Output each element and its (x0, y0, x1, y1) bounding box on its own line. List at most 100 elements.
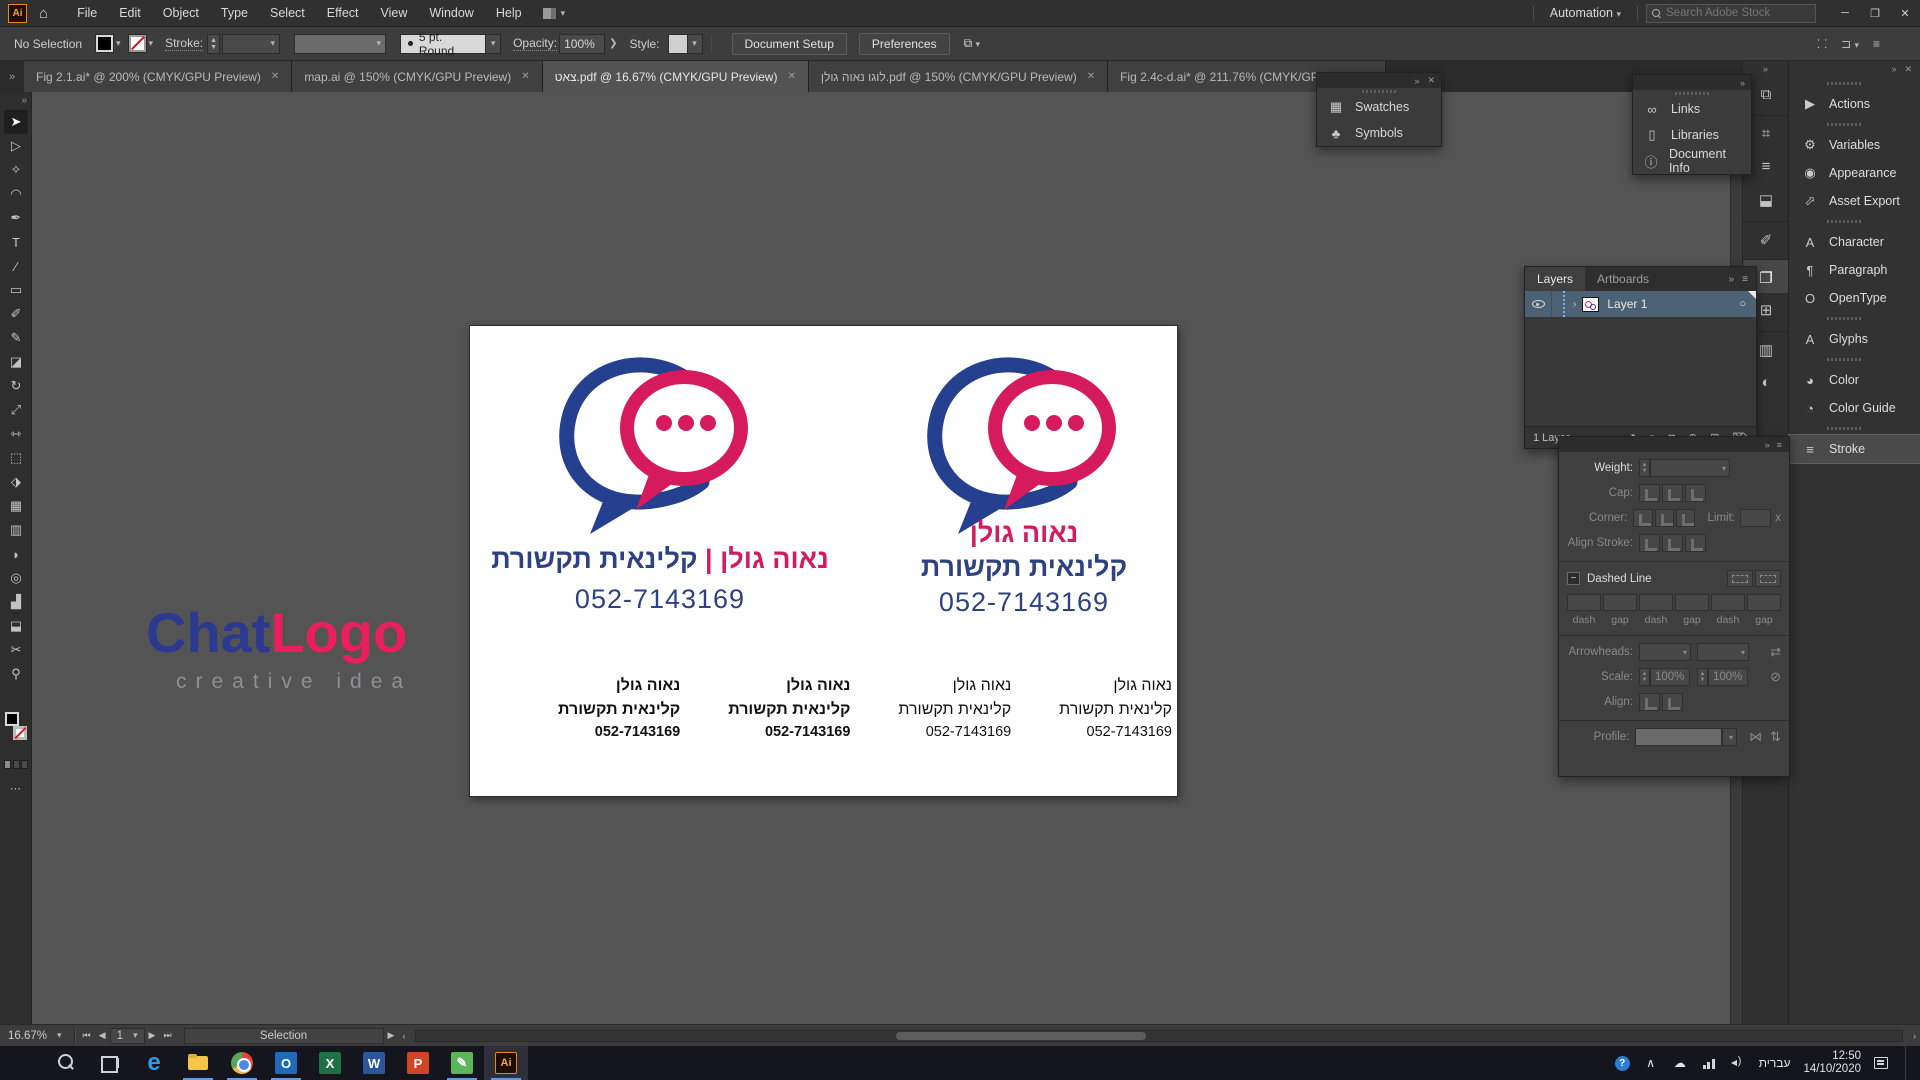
type-tool[interactable]: T (4, 230, 28, 254)
dock-opentype[interactable]: O OpenType (1789, 284, 1920, 312)
scale-tool[interactable]: ⤢ (4, 398, 28, 422)
paint-app-icon[interactable]: ✎ (440, 1046, 484, 1080)
panel-menu-icon[interactable]: ≡ (1742, 274, 1748, 285)
align-arrow-tip-button[interactable] (1639, 693, 1660, 711)
shape-builder-tool[interactable]: ⬗ (4, 470, 28, 494)
tab-close-icon[interactable]: ✕ (521, 71, 529, 82)
chevron-down-icon[interactable]: ▾ (116, 38, 121, 49)
lock-column[interactable] (1551, 291, 1565, 317)
status-play-icon[interactable]: ▶ (384, 1030, 399, 1041)
show-desktop-button[interactable] (1905, 1046, 1910, 1080)
pencil-tool[interactable]: ✎ (4, 326, 28, 350)
align-center-button[interactable] (1639, 534, 1660, 552)
footer-block[interactable]: נאוה גולן קלינאית תקשורת 052-7143169 (1059, 674, 1172, 744)
visibility-toggle[interactable] (1525, 300, 1551, 308)
blend-tool[interactable]: ◎ (4, 566, 28, 590)
tab-logo-naava[interactable]: לוגו נאוה גולן.pdf @ 150% (CMYK/GPU Prev… (809, 61, 1108, 92)
slice-tool[interactable]: ✂ (4, 638, 28, 662)
panel-close-icon[interactable]: ✕ (1427, 75, 1435, 86)
align-inside-button[interactable] (1662, 534, 1683, 552)
dash-gap-field[interactable] (1675, 594, 1709, 611)
artboard-tool[interactable]: ⬓ (4, 614, 28, 638)
next-artboard-button[interactable]: ▶ (145, 1030, 160, 1041)
dash-gap-field[interactable] (1603, 594, 1637, 611)
brush-definition-chevron[interactable]: ▾ (486, 34, 501, 54)
selection-tool[interactable]: ➤ (4, 110, 28, 134)
swap-arrowheads-icon[interactable]: ⇄ (1770, 644, 1781, 660)
powerpoint-icon[interactable]: P (396, 1046, 440, 1080)
edit-toolbar-icon[interactable]: ⋯ (10, 782, 22, 795)
dock-asset-export[interactable]: ⬀ Asset Export (1789, 187, 1920, 215)
bevel-join-button[interactable] (1676, 509, 1695, 527)
draw-behind-mode[interactable] (13, 760, 20, 769)
align-outside-button[interactable] (1685, 534, 1706, 552)
profile-chevron[interactable]: ▾ (1722, 728, 1737, 746)
home-icon[interactable]: ⌂ (39, 5, 48, 22)
panel-collapse-icon[interactable]: » (1740, 78, 1745, 88)
symbols-item[interactable]: ♣ Symbols (1317, 120, 1441, 146)
alignment-options-icon[interactable]: ⧉ ▾ (964, 36, 980, 51)
round-cap-button[interactable] (1662, 484, 1683, 502)
free-transform-tool[interactable]: ⬚ (4, 446, 28, 470)
line-segment-tool[interactable]: ∕ (4, 254, 28, 278)
expand-chevron-icon[interactable]: › (1573, 299, 1576, 310)
stroke-color-swatch[interactable] (129, 35, 146, 52)
tab-overflow-icon[interactable]: » (0, 61, 24, 92)
panel-collapse-icon[interactable]: » (1729, 274, 1735, 285)
target-circle-icon[interactable]: ○ (1739, 298, 1746, 310)
card-left-tagline[interactable]: נאוה גולן | קלינאית תקשורת (490, 544, 830, 575)
pen-tool[interactable]: ✒ (4, 206, 28, 230)
dock-variables[interactable]: ⚙ Variables (1789, 131, 1920, 159)
horizontal-scrollbar-thumb[interactable] (896, 1032, 1146, 1040)
dock-color[interactable]: ◕ Color (1789, 366, 1920, 394)
scale-start-field[interactable]: 100% (1650, 668, 1690, 686)
dock-paragraph[interactable]: ¶ Paragraph (1789, 256, 1920, 284)
graph-tool[interactable]: ▟ (4, 590, 28, 614)
previous-artboard-button[interactable]: ◀ (95, 1030, 110, 1041)
search-button[interactable] (44, 1046, 88, 1080)
stroke-weight-label[interactable]: Stroke: (165, 36, 203, 51)
chatlogo-wordmark[interactable]: ChatLogo creative idea (146, 604, 412, 694)
dock-close-icon[interactable]: ✕ (1904, 64, 1912, 75)
layer-name[interactable]: Layer 1 (1607, 297, 1647, 311)
last-artboard-button[interactable]: ⏭ (159, 1030, 175, 1041)
stroke-weight-stepper[interactable]: ▲▼ (207, 34, 220, 54)
excel-icon[interactable]: X (308, 1046, 352, 1080)
opacity-label[interactable]: Opacity: (513, 36, 557, 51)
layers-empty-area[interactable] (1525, 317, 1756, 426)
stroke-weight-field[interactable]: ▾ (222, 34, 280, 54)
graphic-style-swatch[interactable] (668, 34, 688, 54)
miter-join-button[interactable] (1633, 509, 1652, 527)
align-dash-button[interactable] (1755, 570, 1781, 587)
start-button[interactable] (0, 1046, 44, 1080)
layer-row[interactable]: › Layer 1 ○ (1525, 291, 1756, 317)
butt-cap-button[interactable] (1639, 484, 1660, 502)
tab-close-icon[interactable]: ✕ (271, 71, 279, 82)
zoom-tool[interactable]: ⚲ (4, 662, 28, 686)
dash-gap-field[interactable] (1567, 594, 1601, 611)
arrowhead-end-dropdown[interactable]: ▾ (1697, 643, 1749, 661)
panel-menu-icon[interactable]: ≡ (1777, 440, 1782, 450)
chat-bubbles-logo-right[interactable] (912, 350, 1138, 542)
style-chevron[interactable]: ▾ (688, 34, 703, 54)
word-icon[interactable]: W (352, 1046, 396, 1080)
dash-gap-field[interactable] (1639, 594, 1673, 611)
chat-bubbles-logo-left[interactable] (544, 350, 770, 542)
dock-actions[interactable]: ▶ Actions (1789, 90, 1920, 118)
action-center-icon[interactable] (1874, 1057, 1888, 1069)
outlook-icon[interactable]: O (264, 1046, 308, 1080)
zoom-level-dropdown[interactable]: 16.67% ▾ (0, 1030, 70, 1042)
task-view-button[interactable] (88, 1046, 132, 1080)
dock-collapse-icon[interactable]: » (1891, 64, 1896, 74)
taskbar-clock[interactable]: 12:50 14/10/2020 (1803, 1050, 1861, 1076)
swatches-item[interactable]: ▦ Swatches (1317, 94, 1441, 120)
panel-collapse-icon[interactable]: » (1414, 76, 1419, 86)
scale-start-stepper[interactable]: ▲▼ (1639, 668, 1650, 686)
tab-layers[interactable]: Layers (1525, 267, 1585, 291)
projecting-cap-button[interactable] (1685, 484, 1706, 502)
footer-block[interactable]: נאוה גולן קלינאית תקשורת 052-7143169 (728, 674, 850, 744)
tab-close-icon[interactable]: ✕ (787, 71, 795, 82)
minimize-button[interactable]: ─ (1830, 0, 1860, 26)
workspace-switcher[interactable]: ▾ (543, 8, 566, 19)
current-tool-indicator[interactable]: Selection (184, 1028, 384, 1044)
